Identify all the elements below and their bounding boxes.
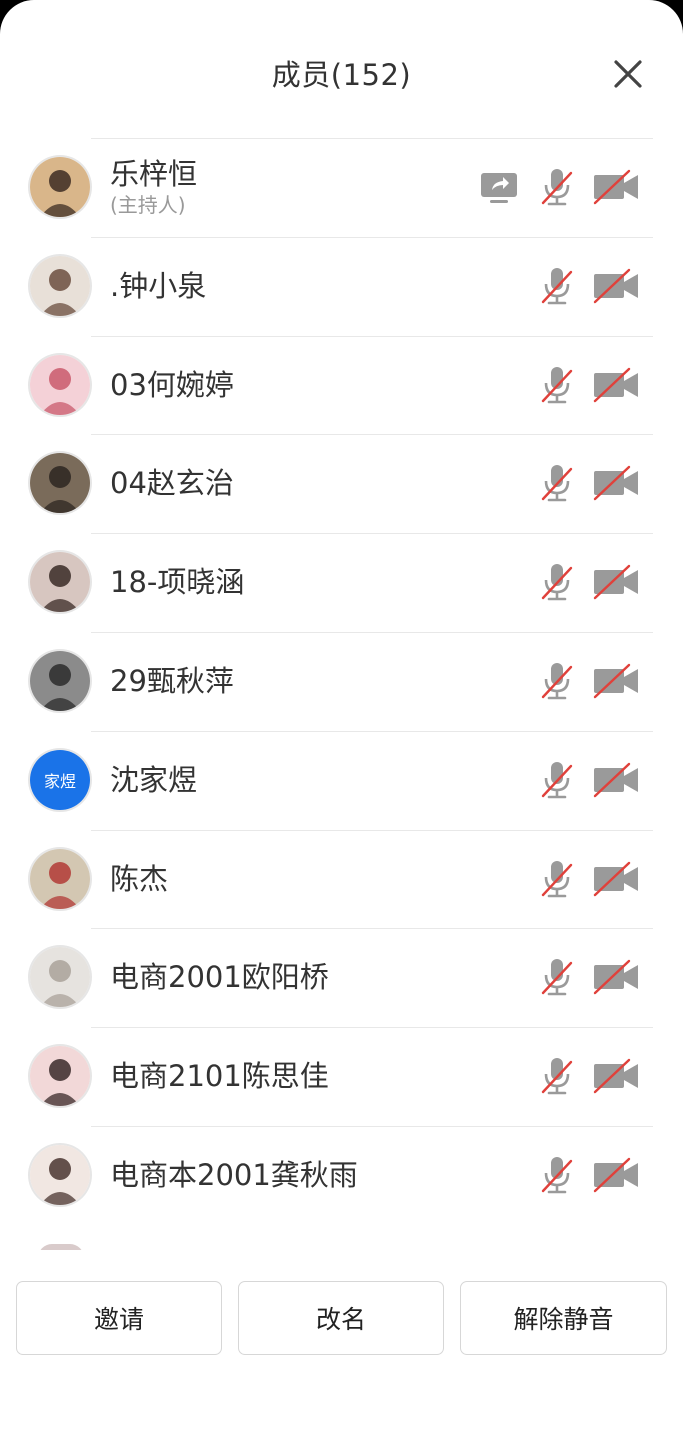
mic-muted-icon[interactable]: [540, 760, 574, 800]
member-info: 电商本2001龚秋雨: [110, 1126, 358, 1224]
avatar: [30, 1046, 90, 1107]
member-info: 电商2101陈思佳: [110, 1027, 329, 1125]
avatar: [30, 848, 90, 909]
mic-muted-icon[interactable]: [540, 957, 574, 997]
rename-button[interactable]: 改名: [238, 1281, 444, 1355]
member-info: 电商2001欧阳桥: [110, 928, 329, 1026]
member-row[interactable]: 家煜 沈家煜: [0, 730, 683, 830]
member-name: 电商本2001龚秋雨: [110, 1157, 358, 1192]
avatar: [30, 453, 90, 514]
member-row[interactable]: 乐梓恒 (主持人): [0, 138, 683, 237]
member-info: 乐梓恒 (主持人): [110, 138, 197, 236]
member-role: (主持人): [110, 193, 186, 217]
camera-off-icon[interactable]: [592, 167, 640, 207]
close-icon[interactable]: [608, 54, 648, 94]
member-row[interactable]: 03何婉婷: [0, 335, 683, 435]
member-name: 乐梓恒: [110, 157, 198, 191]
camera-off-icon[interactable]: [592, 1056, 640, 1096]
member-row[interactable]: 29甄秋萍: [0, 631, 683, 731]
mic-muted-icon[interactable]: [540, 463, 574, 503]
member-row[interactable]: 18-项晓涵: [0, 533, 683, 632]
member-info: 04赵玄治: [110, 434, 234, 532]
camera-off-icon[interactable]: [592, 661, 640, 701]
mic-muted-icon[interactable]: [540, 562, 574, 602]
member-info: 陈杰: [110, 830, 168, 928]
member-list[interactable]: 乐梓恒 (主持人) .钟小泉 03何婉婷 04赵玄治 18-项晓涵 29甄秋萍家煜 沈家煜陈杰…: [0, 138, 683, 1250]
avatar: [30, 947, 90, 1008]
members-panel: 成员(152) 乐梓恒 (主持人) .钟小泉 03何婉婷 04赵玄治 18-项晓涵 29甄秋…: [0, 0, 683, 1429]
mic-muted-icon[interactable]: [540, 1155, 574, 1195]
avatar: [30, 1144, 90, 1205]
camera-off-icon[interactable]: [592, 463, 640, 503]
member-row[interactable]: 电商2001欧阳桥: [0, 928, 683, 1027]
member-info: 沈家煜: [110, 731, 197, 829]
mic-muted-icon[interactable]: [540, 859, 574, 899]
panel-header: 成员(152): [0, 0, 683, 138]
member-row[interactable]: 04赵玄治: [0, 434, 683, 533]
mic-muted-icon[interactable]: [540, 167, 574, 207]
member-info: 18-项晓涵: [110, 533, 244, 631]
member-name: 04赵玄治: [110, 466, 234, 501]
camera-off-icon[interactable]: [592, 957, 640, 997]
camera-off-icon[interactable]: [592, 365, 640, 405]
screen-share-icon[interactable]: [480, 167, 518, 207]
avatar: [30, 255, 90, 316]
camera-off-icon[interactable]: [592, 266, 640, 306]
member-name: 陈杰: [110, 861, 169, 896]
camera-off-icon[interactable]: [592, 859, 640, 899]
camera-off-icon[interactable]: [592, 562, 640, 602]
camera-off-icon[interactable]: [592, 760, 640, 800]
avatar: [30, 157, 90, 217]
panel-title: 成员(152): [271, 58, 412, 92]
member-info: 03何婉婷: [110, 336, 234, 434]
mic-muted-icon[interactable]: [540, 365, 574, 405]
mic-muted-icon[interactable]: [540, 266, 574, 306]
member-row[interactable]: .钟小泉: [0, 236, 683, 336]
member-row[interactable]: 电商本2001龚秋雨: [0, 1125, 683, 1225]
member-info: .钟小泉: [110, 237, 206, 335]
avatar: [30, 354, 90, 415]
avatar: 家煜: [30, 749, 90, 810]
unmute-all-button[interactable]: 解除静音: [460, 1281, 667, 1355]
member-name: 沈家煜: [110, 762, 198, 797]
member-name: 18-项晓涵: [110, 565, 245, 600]
member-info: 29甄秋萍: [110, 632, 234, 730]
member-row[interactable]: 电商2101陈思佳: [0, 1027, 683, 1126]
member-name: 03何婉婷: [110, 367, 234, 402]
member-row[interactable]: 陈杰: [0, 829, 683, 929]
camera-off-icon[interactable]: [592, 1155, 640, 1195]
member-name: 电商2101陈思佳: [110, 1059, 329, 1094]
mic-muted-icon[interactable]: [540, 1056, 574, 1096]
member-name: 电商2001欧阳桥: [110, 960, 329, 995]
avatar: [30, 552, 90, 613]
avatar-initials: 家煜: [30, 749, 90, 810]
member-name: 29甄秋萍: [110, 663, 234, 698]
avatar: [30, 650, 90, 711]
invite-button[interactable]: 邀请: [16, 1281, 222, 1355]
footer-bar: 邀请 改名 解除静音: [0, 1250, 683, 1429]
member-name: .钟小泉: [110, 268, 207, 303]
mic-muted-icon[interactable]: [540, 661, 574, 701]
